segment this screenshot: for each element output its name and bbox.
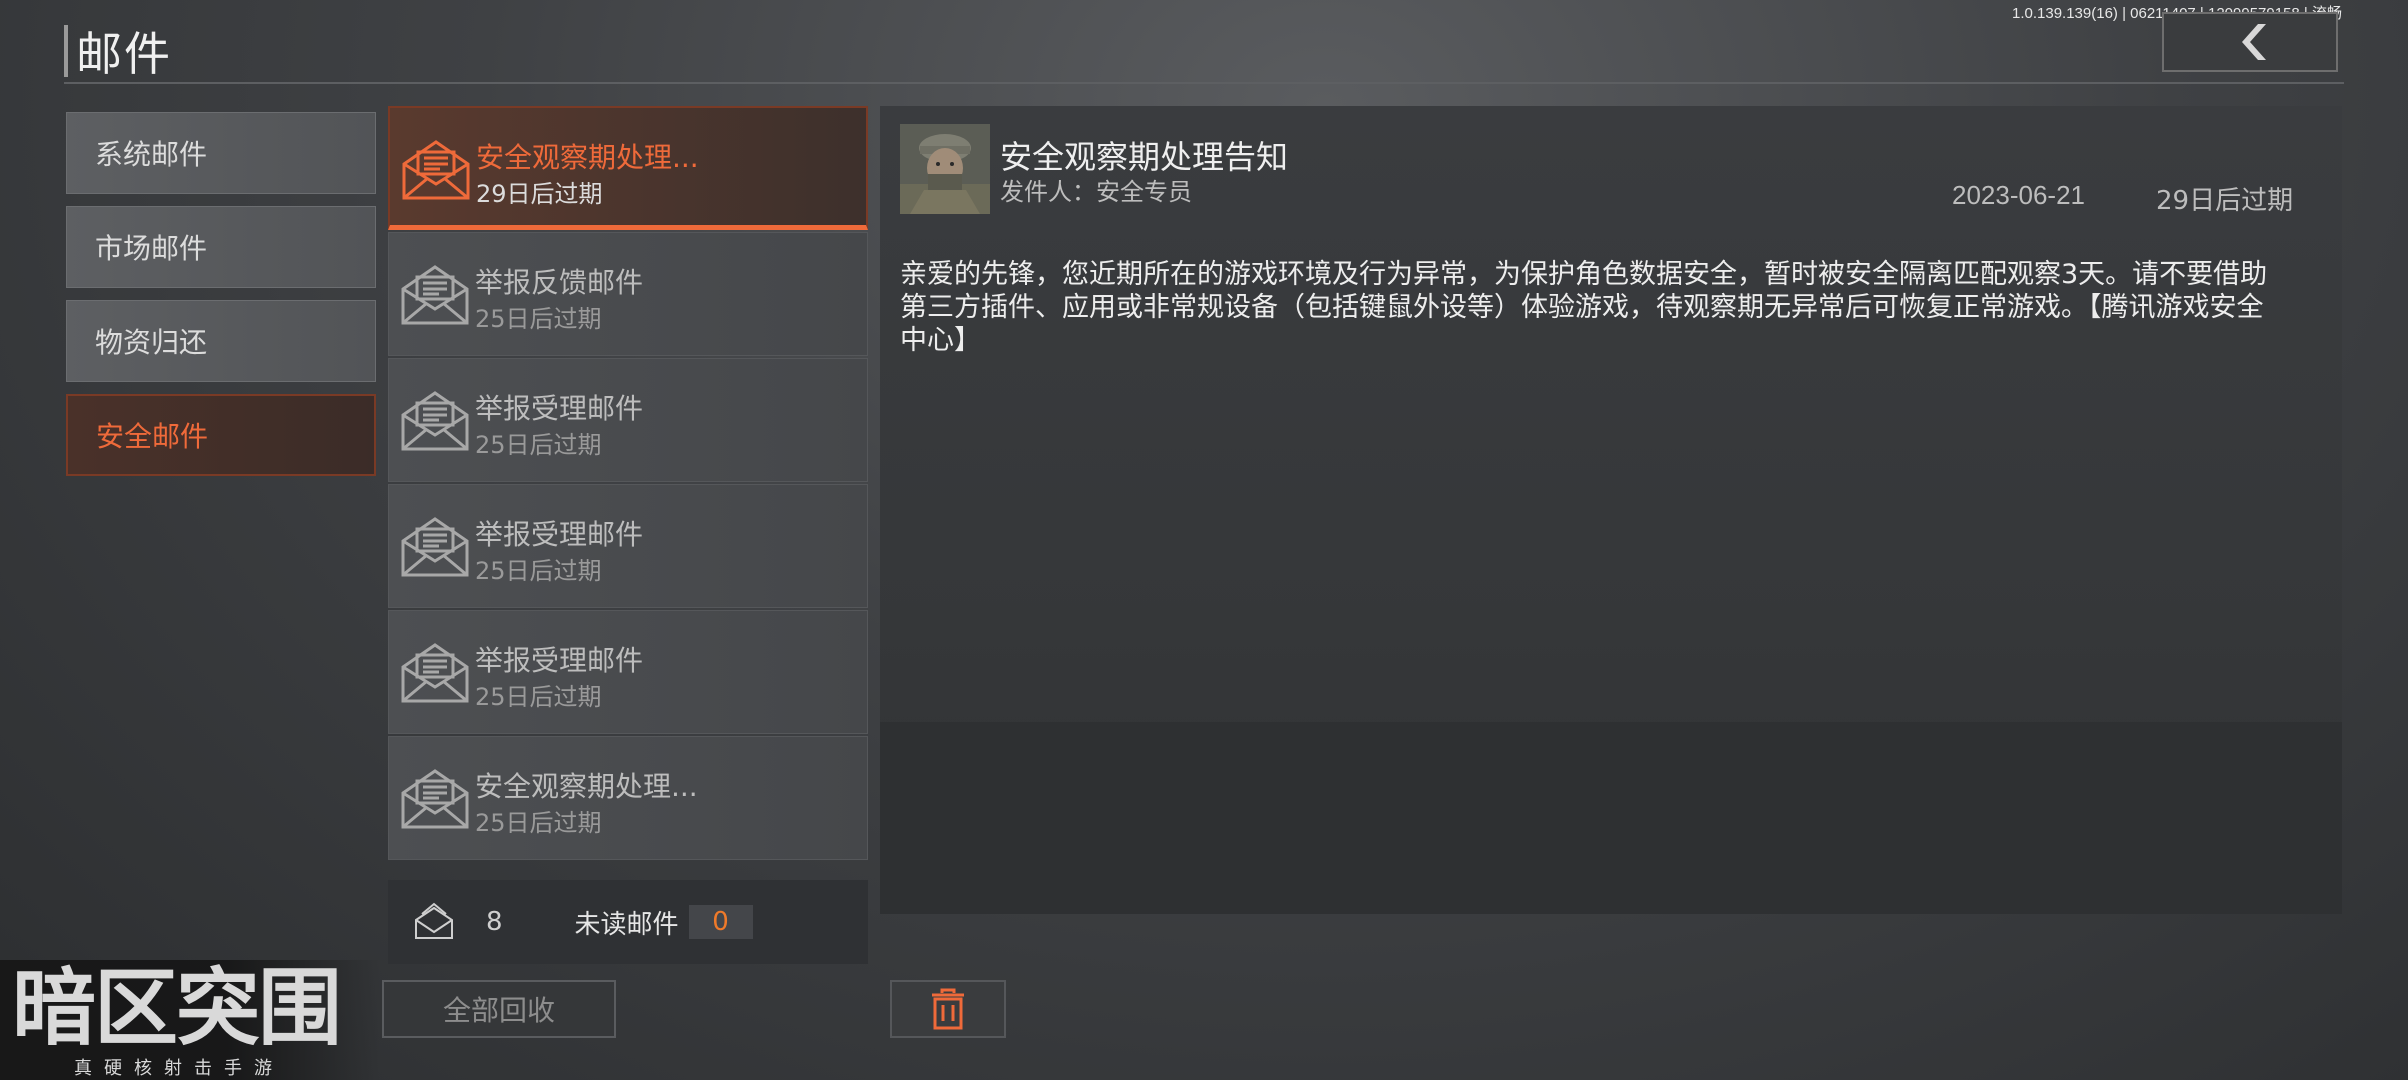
mail-item[interactable]: 举报受理邮件 25日后过期: [388, 610, 868, 734]
trash-icon: [932, 988, 964, 1030]
mail-list: 安全观察期处理... 29日后过期 举报反馈邮件 25日后过期 举报受理邮件 2…: [388, 106, 868, 880]
detail-date: 2023-06-21: [1952, 180, 2085, 210]
game-logo: 暗区突围 真硬核射击手游: [0, 959, 380, 1080]
mail-item[interactable]: 举报反馈邮件 25日后过期: [388, 232, 868, 356]
title-accent-bar: [64, 25, 68, 77]
header-divider: [64, 82, 2344, 84]
mail-expire: 25日后过期: [475, 809, 602, 837]
mail-item[interactable]: 安全观察期处理... 29日后过期: [388, 106, 868, 230]
header: 邮件: [64, 18, 172, 84]
collect-all-button[interactable]: 全部回收: [382, 980, 616, 1038]
delete-button[interactable]: [890, 980, 1006, 1038]
envelope-icon: [401, 517, 469, 577]
category-sidebar: 系统邮件 市场邮件 物资归还 安全邮件: [66, 112, 376, 488]
mail-item[interactable]: 举报受理邮件 25日后过期: [388, 484, 868, 608]
envelope-icon: [401, 769, 469, 829]
mail-expire: 25日后过期: [475, 683, 602, 711]
mail-title: 安全观察期处理...: [476, 141, 699, 174]
mail-title: 举报受理邮件: [475, 392, 644, 425]
category-market-mail[interactable]: 市场邮件: [66, 206, 376, 288]
sender-avatar: [900, 124, 990, 214]
mail-item[interactable]: 举报受理邮件 25日后过期: [388, 358, 868, 482]
mail-list-footer: 8 未读邮件 0: [388, 880, 868, 964]
category-system-mail[interactable]: 系统邮件: [66, 112, 376, 194]
mail-title: 举报受理邮件: [475, 518, 644, 551]
category-label: 物资归还: [95, 326, 208, 359]
mail-title: 举报受理邮件: [475, 644, 644, 677]
logo-subtitle: 真硬核射击手游: [74, 1058, 284, 1079]
category-label: 安全邮件: [96, 420, 209, 453]
unread-label: 未读邮件: [574, 909, 679, 940]
logo-title: 暗区突围: [12, 959, 342, 1057]
mail-item[interactable]: 安全观察期处理... 25日后过期: [388, 736, 868, 860]
mail-stack-icon: [415, 902, 453, 939]
envelope-icon: [401, 391, 469, 451]
mail-expire: 25日后过期: [475, 557, 602, 585]
mail-total-count: 8: [486, 907, 503, 937]
mail-title: 举报反馈邮件: [475, 266, 644, 299]
page-title: 邮件: [76, 27, 172, 81]
detail-body: 亲爱的先锋，您近期所在的游戏环境及行为异常，为保护角色数据安全，暂时被安全隔离匹…: [900, 259, 2268, 356]
mail-expire: 29日后过期: [476, 180, 603, 208]
envelope-icon: [401, 643, 469, 703]
envelope-icon: [401, 265, 469, 325]
back-button[interactable]: [2162, 12, 2338, 72]
mail-expire: 25日后过期: [475, 305, 602, 333]
category-security-mail[interactable]: 安全邮件: [66, 394, 376, 476]
envelope-icon: [402, 140, 470, 200]
detail-expire: 29日后过期: [2156, 186, 2294, 216]
mail-detail: 安全观察期处理告知 发件人：安全专员 2023-06-21 29日后过期 亲爱的…: [880, 106, 2342, 914]
chevron-left-icon: [2242, 24, 2266, 60]
unread-count: 0: [688, 905, 753, 939]
mail-expire: 25日后过期: [475, 431, 602, 459]
category-supply-return[interactable]: 物资归还: [66, 300, 376, 382]
mail-title: 安全观察期处理...: [475, 770, 698, 803]
detail-lower-shade: [880, 722, 2342, 914]
category-label: 系统邮件: [95, 138, 208, 171]
category-label: 市场邮件: [95, 232, 208, 265]
detail-sender: 发件人：安全专员: [1000, 178, 1192, 206]
